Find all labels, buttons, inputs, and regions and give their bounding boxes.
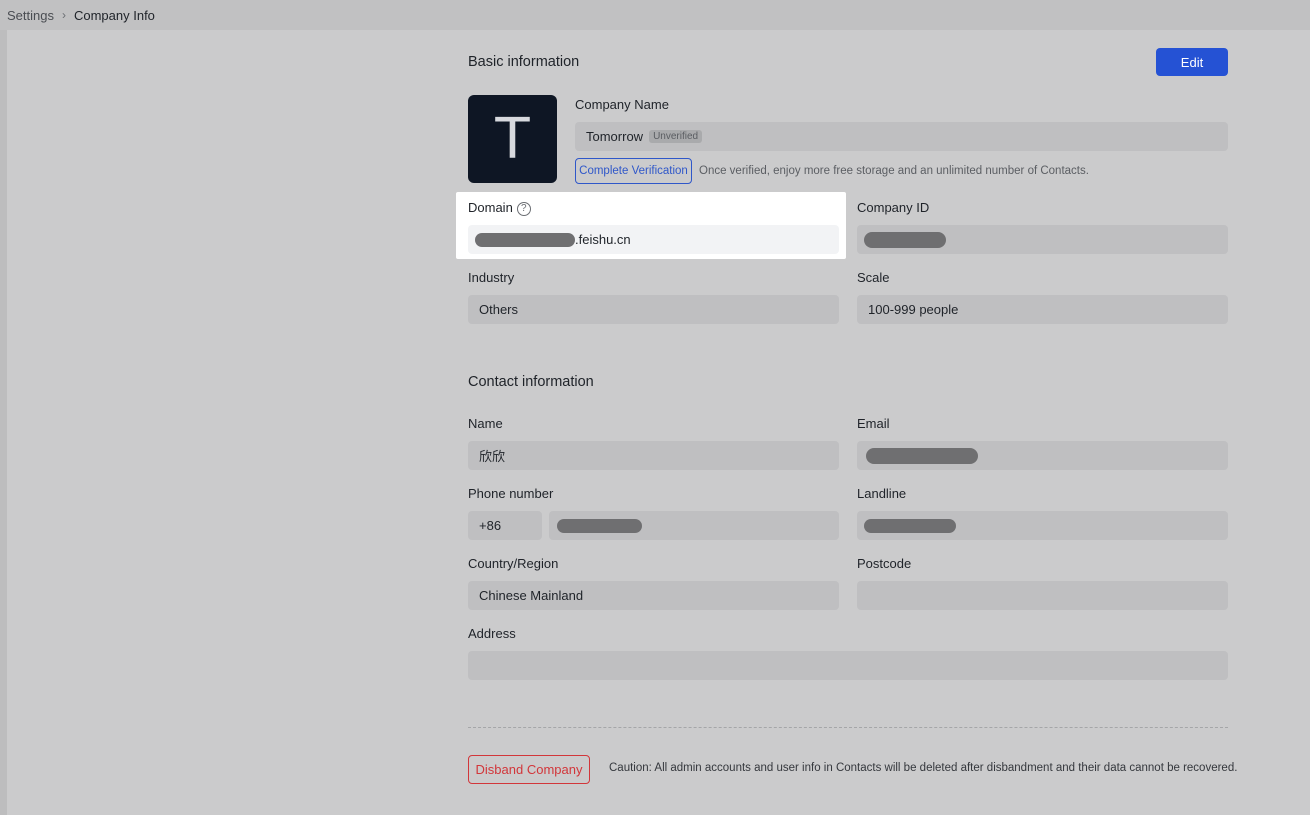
section-divider: [468, 727, 1228, 728]
postcode-field: [857, 581, 1228, 610]
company-name-field: Tomorrow Unverified: [575, 122, 1228, 151]
edit-button[interactable]: Edit: [1156, 48, 1228, 76]
country-field: Chinese Mainland: [468, 581, 839, 610]
country-label: Country/Region: [468, 556, 559, 571]
verification-hint: Once verified, enjoy more free storage a…: [699, 165, 1089, 177]
company-logo: T: [468, 95, 557, 183]
scale-field: 100-999 people: [857, 295, 1228, 324]
name-field: 欣欣: [468, 441, 839, 470]
domain-label-text: Domain: [468, 200, 513, 215]
basic-info-title: Basic information: [468, 54, 580, 70]
redacted-mask: [475, 232, 575, 247]
industry-field: Others: [468, 295, 839, 324]
question-circle-icon[interactable]: ?: [516, 201, 531, 216]
chevron-right-icon: ›: [61, 8, 66, 22]
landline-label: Landline: [857, 486, 907, 501]
redacted-mask: [557, 518, 642, 533]
company-name-value: Tomorrow: [586, 129, 644, 144]
company-name-label: Company Name: [575, 97, 669, 112]
contact-info-title: Contact information: [468, 374, 594, 390]
landline-field: [857, 511, 1228, 540]
address-field: [468, 651, 1228, 680]
redacted-mask: [864, 518, 956, 533]
phone-number-field: [549, 511, 839, 540]
breadcrumb-current: Company Info: [73, 7, 155, 23]
name-label: Name: [468, 416, 503, 431]
complete-verification-button[interactable]: Complete Verification: [575, 158, 692, 184]
left-edge: [0, 30, 7, 815]
postcode-label: Postcode: [857, 556, 912, 571]
phone-code-field: +86: [468, 511, 542, 540]
industry-label: Industry: [468, 270, 515, 285]
domain-field: .feishu.cn: [468, 225, 839, 254]
breadcrumb: Settings › Company Info: [0, 0, 1310, 30]
company-id-label: Company ID: [857, 200, 930, 215]
email-field: [857, 441, 1228, 470]
scale-label: Scale: [857, 270, 890, 285]
redacted-mask: [866, 447, 978, 464]
unverified-badge: Unverified: [649, 130, 703, 143]
company-id-field: [857, 225, 1228, 254]
address-label: Address: [468, 626, 516, 641]
breadcrumb-settings-link[interactable]: Settings: [7, 8, 54, 23]
domain-suffix: .feishu.cn: [575, 232, 631, 247]
phone-label: Phone number: [468, 486, 554, 501]
email-label: Email: [857, 416, 890, 431]
redacted-mask: [864, 231, 946, 248]
disband-caution-text: Caution: All admin accounts and user inf…: [609, 762, 1238, 774]
disband-company-button[interactable]: Disband Company: [468, 755, 590, 784]
domain-label: Domain?: [468, 200, 531, 216]
